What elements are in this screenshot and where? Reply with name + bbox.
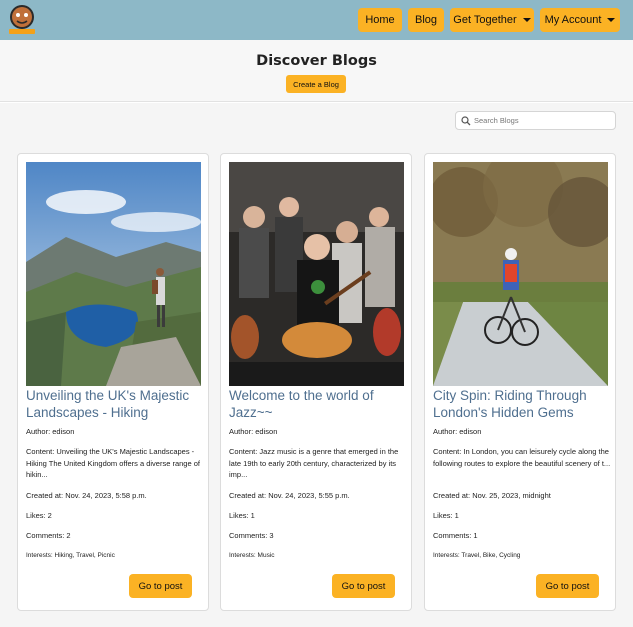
page-title: Discover Blogs	[256, 53, 377, 69]
blog-likes: Likes: 1	[229, 511, 255, 520]
search-box[interactable]	[455, 111, 616, 130]
search-icon	[461, 115, 471, 125]
blog-interests: Interests: Hiking, Travel, Picnic	[26, 552, 115, 559]
blog-author: Author: edison	[433, 427, 482, 436]
go-to-post-button[interactable]: Go to post	[332, 574, 395, 598]
paw-logo-icon[interactable]	[8, 3, 36, 35]
blog-created-date: Created at: Nov. 24, 2023, 5:58 p.m.	[26, 491, 147, 500]
blog-created-date: Created at: Nov. 25, 2023, midnight	[433, 491, 551, 500]
blog-author: Author: edison	[229, 427, 278, 436]
blog-image-cycling	[433, 162, 608, 386]
blog-created-date: Created at: Nov. 24, 2023, 5:55 p.m.	[229, 491, 350, 500]
home-nav-button[interactable]: Home	[358, 8, 402, 32]
blog-excerpt: Content: Jazz music is a genre that emer…	[229, 447, 399, 479]
blog-card: City Spin: Riding Through London's Hidde…	[424, 153, 616, 611]
chevron-down-icon	[522, 18, 531, 22]
my-account-label: My Account	[544, 14, 602, 26]
blog-likes: Likes: 1	[433, 511, 459, 520]
search-input[interactable]	[474, 116, 614, 125]
blog-list-section: Unveiling the UK's Majestic Landscapes -…	[0, 103, 633, 627]
blog-likes: Likes: 2	[26, 511, 52, 520]
blog-title-link[interactable]: City Spin: Riding Through London's Hidde…	[433, 387, 611, 421]
go-to-post-button[interactable]: Go to post	[536, 574, 599, 598]
blog-excerpt: Content: In London, you can leisurely cy…	[433, 447, 611, 468]
create-blog-button[interactable]: Create a Blog	[286, 75, 346, 93]
blog-image-jazz-band	[229, 162, 404, 386]
blog-comments: Comments: 1	[433, 531, 478, 540]
blog-comments: Comments: 2	[26, 531, 71, 540]
blog-interests: Interests: Music	[229, 552, 275, 559]
blog-image-hiking	[26, 162, 201, 386]
blog-excerpt: Content: Unveiling the UK's Majestic Lan…	[26, 447, 200, 479]
blog-author: Author: edison	[26, 427, 75, 436]
chevron-down-icon	[607, 18, 616, 22]
blog-interests: Interests: Travel, Bike, Cycling	[433, 552, 521, 559]
blog-card: Unveiling the UK's Majestic Landscapes -…	[17, 153, 209, 611]
blog-title-link[interactable]: Unveiling the UK's Majestic Landscapes -…	[26, 387, 204, 421]
navbar: Home Blog Get Together My Account	[0, 0, 633, 40]
page-header: Discover Blogs Create a Blog	[0, 40, 633, 102]
get-together-label: Get Together	[453, 14, 517, 26]
blog-nav-button[interactable]: Blog	[408, 8, 444, 32]
get-together-dropdown[interactable]: Get Together	[450, 8, 534, 32]
blog-title-link[interactable]: Welcome to the world of Jazz~~	[229, 387, 407, 421]
blog-card: Welcome to the world of Jazz~~ Author: e…	[220, 153, 412, 611]
blog-comments: Comments: 3	[229, 531, 274, 540]
go-to-post-button[interactable]: Go to post	[129, 574, 192, 598]
my-account-dropdown[interactable]: My Account	[540, 8, 620, 32]
